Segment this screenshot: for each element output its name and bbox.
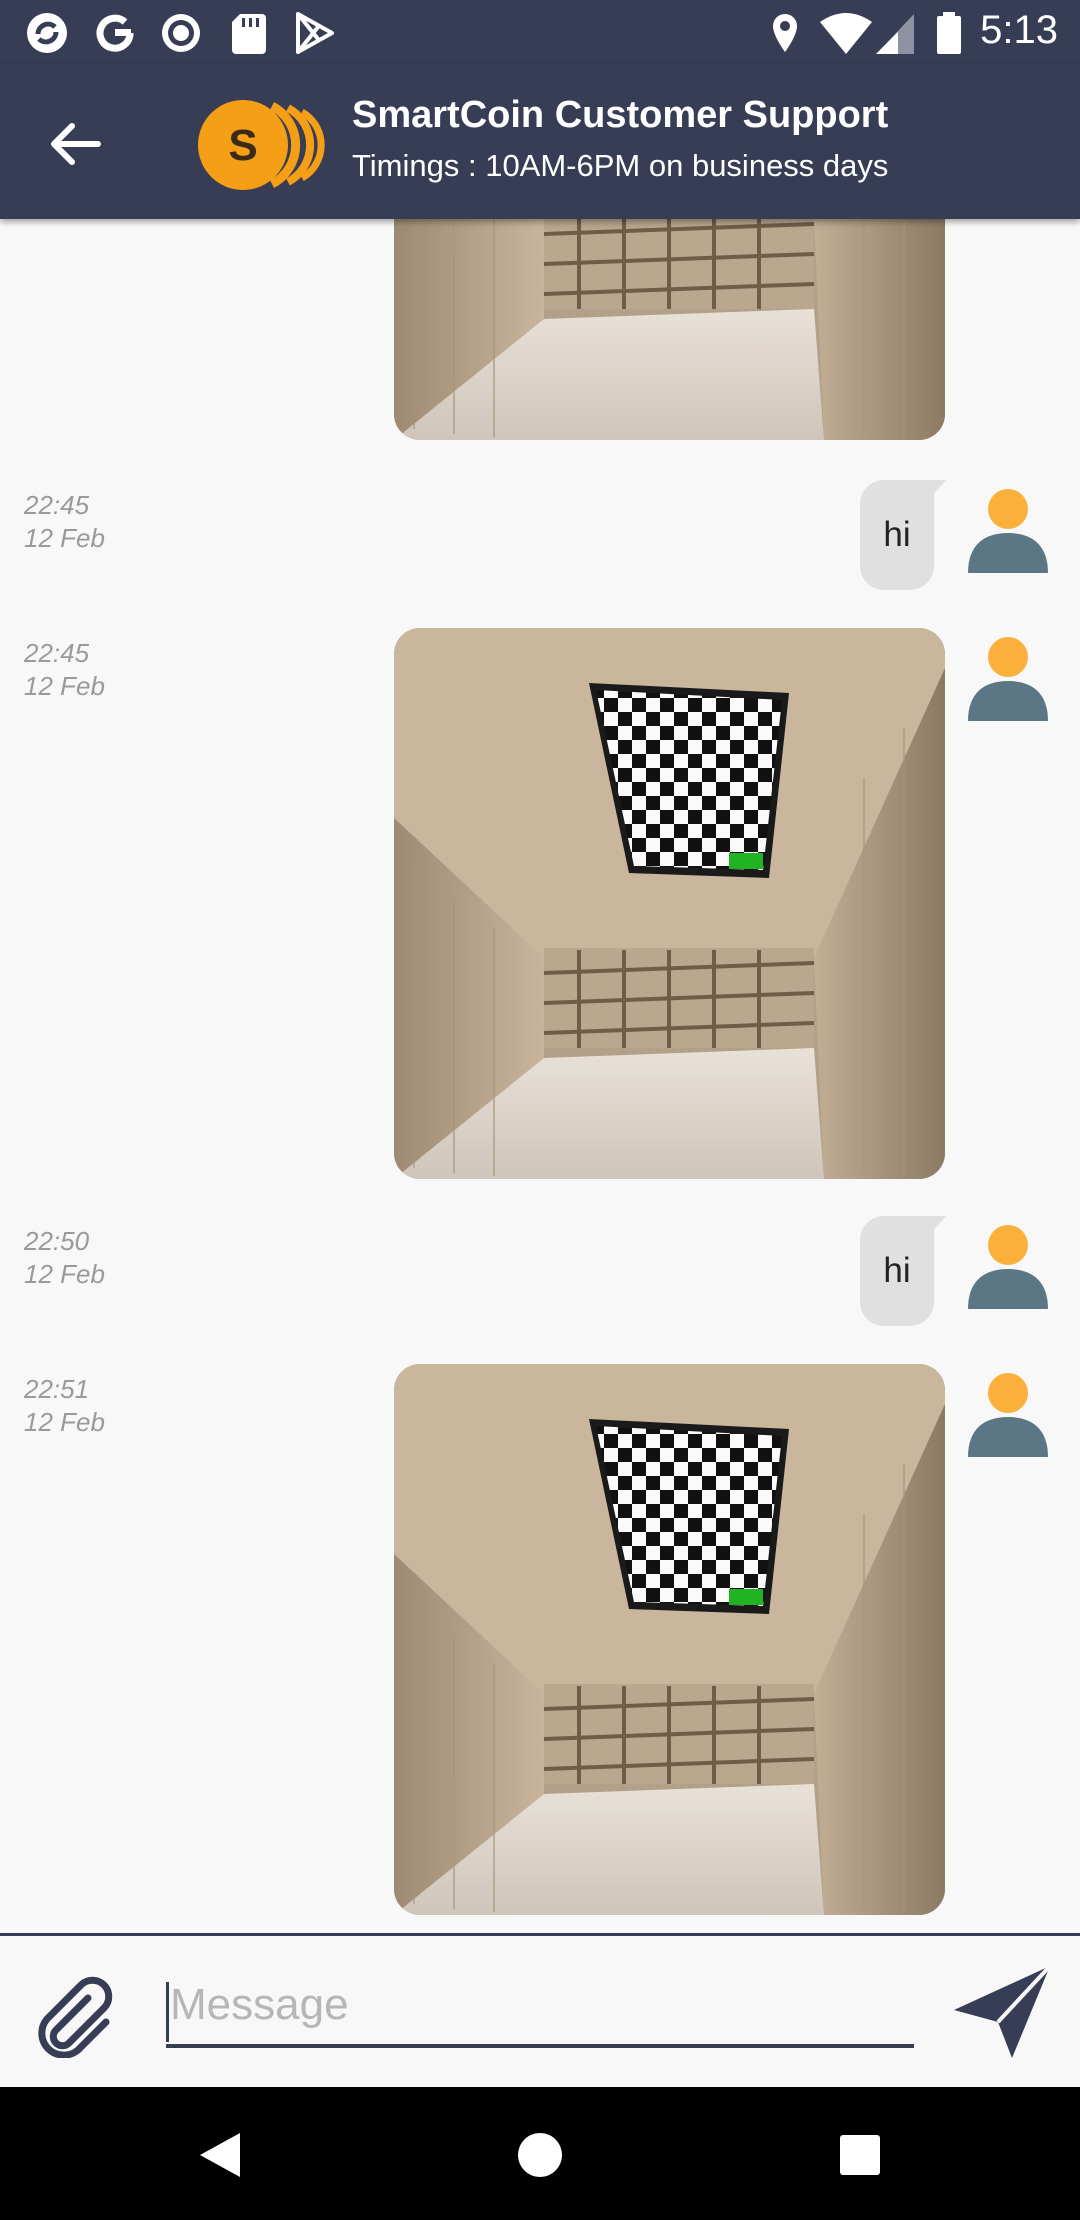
nav-back-icon[interactable] [180, 2115, 260, 2195]
sd-card-icon [232, 14, 266, 54]
location-icon [773, 14, 797, 52]
message-date: 12 Feb [24, 523, 105, 553]
user-avatar-icon [968, 1373, 1048, 1457]
wifi-icon [820, 13, 872, 54]
nav-recents-icon[interactable] [820, 2115, 900, 2195]
battery-icon [937, 12, 961, 54]
system-nav-bar [0, 2087, 1080, 2220]
message-timestamp: 22:50 12 Feb [24, 1225, 105, 1291]
room-ceiling-photo [394, 628, 945, 1179]
text-message-bubble[interactable]: hi [860, 480, 946, 590]
message-list[interactable]: 22:45 12 Feb hi 22:45 12 Feb 22:50 12 Fe… [0, 219, 1080, 1933]
user-avatar-icon [968, 637, 1048, 721]
message-time: 22:51 [24, 1374, 90, 1404]
logo-letter: S [228, 121, 257, 170]
signal-icon [876, 14, 914, 54]
image-message[interactable] [394, 628, 945, 1179]
message-date: 12 Feb [24, 1407, 105, 1437]
message-time: 22:50 [24, 1226, 90, 1256]
text-cursor [166, 1982, 169, 2042]
message-date: 12 Feb [24, 671, 105, 701]
chat-title: SmartCoin Customer Support [352, 94, 889, 136]
smartcoin-logo: S [198, 100, 325, 190]
user-avatar-icon [968, 1225, 1048, 1309]
message-timestamp: 22:45 12 Feb [24, 637, 105, 703]
chat-subtitle: Timings : 10AM-6PM on business days [352, 148, 889, 183]
text-message-bubble[interactable]: hi [860, 1216, 946, 1326]
app-bar: S SmartCoin Customer Support Timings : 1… [0, 64, 1080, 219]
image-message[interactable] [394, 219, 945, 440]
nav-home-icon[interactable] [500, 2115, 580, 2195]
message-timestamp: 22:45 12 Feb [24, 489, 105, 555]
play-store-icon [296, 12, 334, 54]
clock: 5:13 [980, 8, 1058, 52]
sync-icon [27, 13, 67, 53]
image-message[interactable] [394, 1364, 945, 1915]
google-icon [96, 14, 134, 52]
record-icon [162, 14, 200, 52]
message-date: 12 Feb [24, 1259, 105, 1289]
message-input[interactable] [166, 1966, 914, 2048]
message-text: hi [883, 1251, 911, 1290]
message-timestamp: 22:51 12 Feb [24, 1373, 105, 1439]
user-avatar-icon [968, 489, 1048, 573]
send-icon[interactable] [950, 1962, 1054, 2062]
screen: 5:13 S SmartCoin Customer Support Timing… [0, 0, 1080, 2220]
message-time: 22:45 [24, 638, 90, 668]
paperclip-icon[interactable] [30, 1976, 126, 2058]
status-bar: 5:13 [0, 0, 1080, 64]
room-ceiling-photo [394, 1364, 945, 1915]
back-arrow-icon[interactable] [36, 104, 116, 184]
message-text: hi [883, 515, 911, 554]
message-time: 22:45 [24, 490, 90, 520]
room-ceiling-photo [394, 219, 945, 440]
message-composer [0, 1933, 1080, 2087]
